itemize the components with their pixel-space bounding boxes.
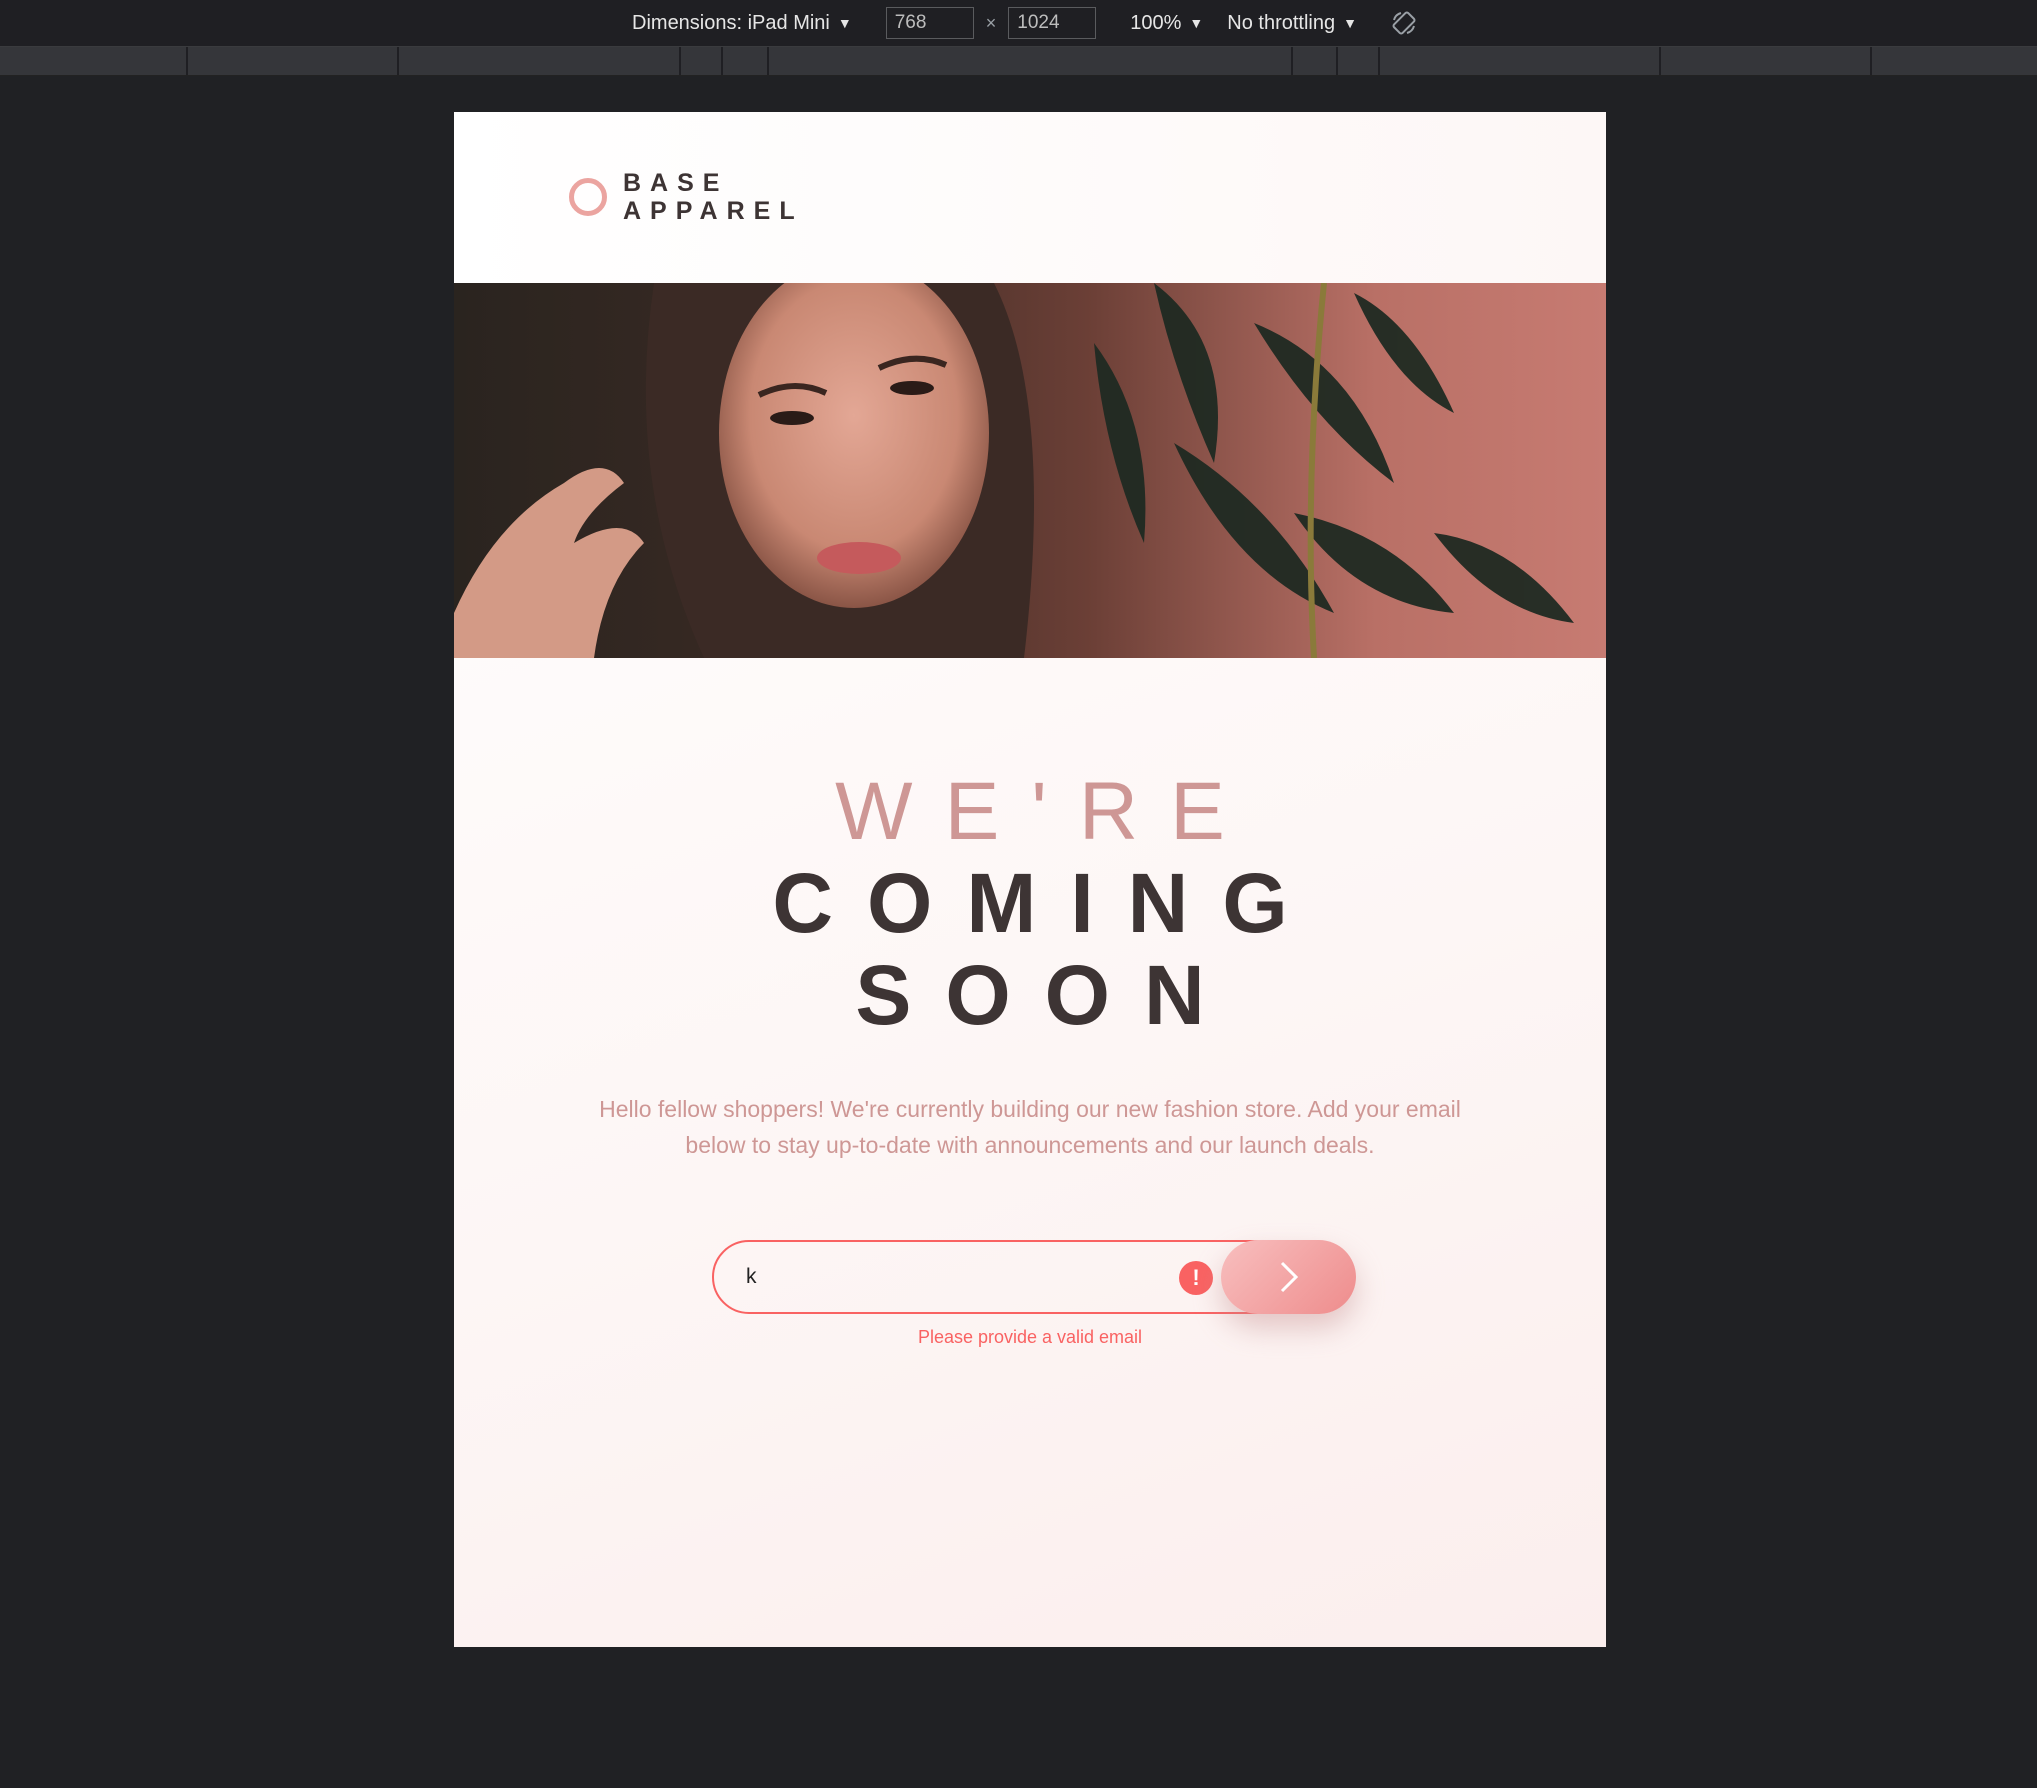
brand-line-1: BASE: [623, 169, 729, 197]
throttling-label: No throttling: [1227, 11, 1336, 34]
logo-circle-icon: [569, 178, 607, 216]
page-headline: WE'RE COMING SOON: [454, 766, 1606, 1042]
height-input[interactable]: [1008, 7, 1097, 39]
headline-line-1: WE'RE: [835, 766, 1257, 857]
device-viewport: BASE APPAREL WE'RE COMING SOON Hello fel…: [454, 112, 1606, 1647]
email-error-message: Please provide a valid email: [917, 1327, 1143, 1347]
zoom-dropdown[interactable]: 100% ▼: [1130, 12, 1203, 35]
intro-text: Hello fellow shoppers! We're currently b…: [599, 1096, 1461, 1158]
headline-line-3: SOON: [855, 948, 1239, 1042]
brand-logo[interactable]: BASE APPAREL: [569, 169, 804, 225]
dimension-separator: ×: [985, 12, 997, 33]
device-dropdown[interactable]: Dimensions: iPad Mini ▼: [632, 12, 852, 35]
brand-line-2: APPAREL: [623, 197, 804, 225]
device-dimensions-label: Dimensions: iPad Mini: [632, 11, 830, 34]
media-query-ruler[interactable]: [0, 47, 2037, 76]
chevron-right-icon: [1280, 1261, 1298, 1293]
site-header: BASE APPAREL: [454, 112, 1606, 283]
dropdown-caret-icon: ▼: [1343, 15, 1357, 31]
submit-button[interactable]: [1221, 1240, 1356, 1314]
width-input[interactable]: [885, 7, 974, 39]
zoom-label: 100%: [1130, 11, 1182, 34]
hero-photo: [454, 283, 1606, 658]
dropdown-caret-icon: ▼: [1189, 15, 1204, 31]
email-signup-form: k !: [712, 1240, 1358, 1314]
device-toolbar: Dimensions: iPad Mini ▼ × 100% ▼ No thro…: [0, 0, 2037, 47]
error-icon: !: [1179, 1261, 1213, 1295]
dropdown-caret-icon: ▼: [837, 15, 852, 31]
rotate-icon[interactable]: [1391, 10, 1417, 36]
headline-line-2: COMING: [772, 856, 1322, 950]
throttling-dropdown[interactable]: No throttling ▼: [1227, 12, 1357, 35]
brand-name: BASE APPAREL: [623, 169, 804, 225]
